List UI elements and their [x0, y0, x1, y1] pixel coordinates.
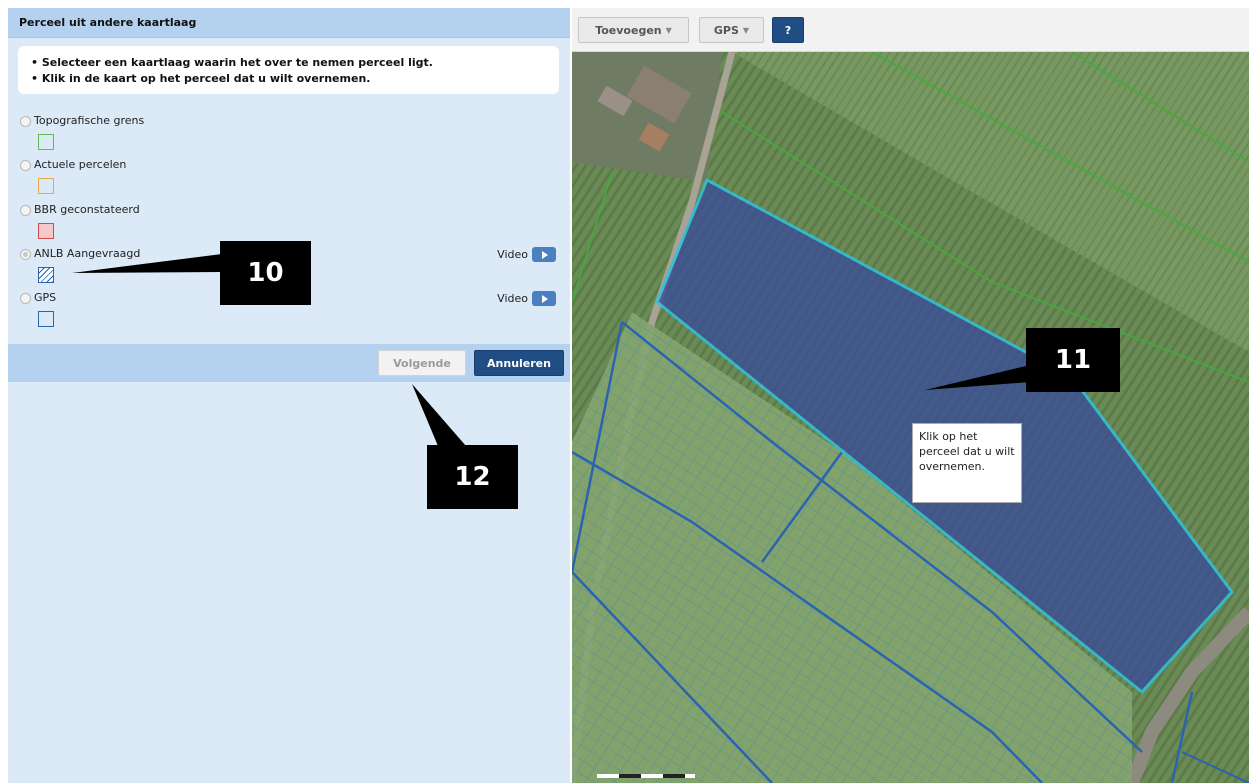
callout-11: 11 [1026, 328, 1120, 392]
map-tooltip: Klik op het perceel dat u wilt overnemen… [912, 423, 1022, 503]
layer-radio[interactable] [20, 116, 31, 127]
video-label: Video [497, 248, 528, 261]
video-label: Video [497, 292, 528, 305]
hatched-swatch-icon [38, 267, 54, 283]
layer-label: BBR geconstateerd [34, 203, 140, 216]
layer-radio[interactable] [20, 293, 31, 304]
layer-label: Actuele percelen [34, 158, 127, 171]
video-link-anlb[interactable]: Video [497, 247, 556, 262]
parcel-from-layer-panel: Perceel uit andere kaartlaag • Selecteer… [8, 8, 570, 783]
layer-radio-selected[interactable] [20, 249, 31, 260]
layer-radio[interactable] [20, 205, 31, 216]
panel-footer: Volgende Annuleren [8, 344, 570, 382]
next-button[interactable]: Volgende [378, 350, 466, 376]
aerial-photo [572, 52, 1249, 783]
add-dropdown-button[interactable]: Toevoegen ▼ [578, 17, 689, 43]
layer-swatch-icon [38, 311, 54, 327]
layer-swatch-icon [38, 223, 54, 239]
map-toolbar: Toevoegen ▼ GPS ▼ ? [572, 8, 1249, 52]
add-label: Toevoegen [595, 23, 662, 37]
play-icon[interactable] [532, 247, 556, 262]
layer-radio[interactable] [20, 160, 31, 171]
gps-dropdown-button[interactable]: GPS ▼ [699, 17, 764, 43]
instructions-box: • Selecteer een kaartlaag waarin het ove… [18, 46, 559, 94]
layer-label: GPS [34, 291, 57, 304]
layer-label: Topografische grens [34, 114, 145, 127]
aerial-map[interactable] [572, 52, 1249, 783]
help-button[interactable]: ? [772, 17, 804, 43]
play-icon[interactable] [532, 291, 556, 306]
callout-10: 10 [220, 241, 311, 305]
instruction-line: • Klik in de kaart op het perceel dat u … [31, 72, 371, 85]
cancel-button[interactable]: Annuleren [474, 350, 564, 376]
chevron-down-icon: ▼ [742, 25, 750, 35]
layer-swatch-icon [38, 134, 54, 150]
layer-swatch-icon [38, 178, 54, 194]
gps-label: GPS [713, 23, 739, 37]
layer-label: ANLB Aangevraagd [34, 247, 141, 260]
instruction-line: • Selecteer een kaartlaag waarin het ove… [31, 56, 433, 69]
chevron-down-icon: ▼ [665, 25, 672, 35]
callout-12: 12 [427, 445, 518, 509]
video-link-gps[interactable]: Video [497, 291, 556, 306]
panel-title: Perceel uit andere kaartlaag [8, 8, 570, 38]
